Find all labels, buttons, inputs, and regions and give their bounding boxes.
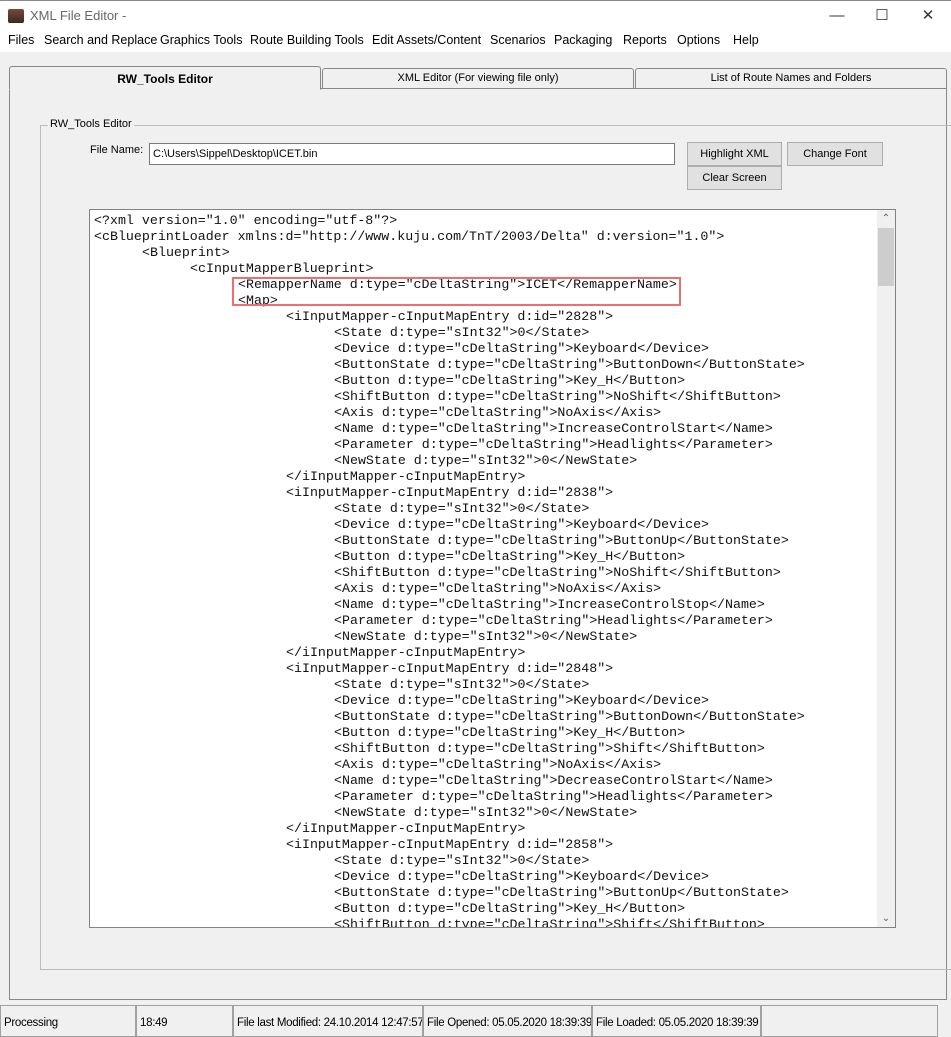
code-line: <NewState d:type="sInt32">0</NewState> (334, 629, 638, 644)
status-time: 18:49 (136, 1005, 233, 1037)
xml-text-area[interactable]: <?xml version="1.0" encoding="utf-8"?> <c… (89, 209, 896, 928)
code-line: <Blueprint> (142, 245, 230, 260)
code-line: <ButtonState d:type="cDeltaString">Butto… (334, 709, 805, 724)
menu-search-and-replace[interactable]: Search and Replace (44, 33, 157, 47)
code-line: <ButtonState d:type="cDeltaString">Butto… (334, 533, 789, 548)
menu-route-building-tools[interactable]: Route Building Tools (250, 33, 364, 47)
code-line: <Name d:type="cDeltaString">DecreaseCont… (334, 773, 773, 788)
scroll-up-icon[interactable]: ⌃ (877, 210, 895, 227)
group-label: RW_Tools Editor (48, 118, 134, 130)
code-line: <ButtonState d:type="cDeltaString">Butto… (334, 885, 789, 900)
window-title: XML File Editor - (30, 8, 127, 23)
code-line: <Name d:type="cDeltaString">IncreaseCont… (334, 597, 765, 612)
code-line: <NewState d:type="sInt32">0</NewState> (334, 453, 638, 468)
status-empty (761, 1005, 938, 1037)
code-line: <Parameter d:type="cDeltaString">Headlig… (334, 613, 773, 628)
menu-edit-assets[interactable]: Edit Assets/Content (372, 33, 481, 47)
file-name-label: File Name: (90, 144, 144, 156)
code-line: <Button d:type="cDeltaString">Key_H</But… (334, 549, 686, 564)
code-line: <Device d:type="cDeltaString">Keyboard</… (334, 869, 710, 884)
tab-route-names[interactable]: List of Route Names and Folders (635, 68, 947, 88)
scroll-down-icon[interactable]: ⌄ (877, 910, 895, 927)
file-name-input[interactable] (149, 143, 675, 165)
tab-rw-tools-editor[interactable]: RW_Tools Editor (9, 66, 321, 90)
code-line: <State d:type="sInt32">0</State> (334, 677, 590, 692)
clear-screen-button[interactable]: Clear Screen (687, 166, 782, 190)
xml-code: <?xml version="1.0" encoding="utf-8"?> <c… (94, 213, 805, 928)
status-processing: Processing (0, 1005, 136, 1037)
code-line: <iInputMapper-cInputMapEntry d:id="2828"… (286, 309, 614, 324)
status-file-loaded: File Loaded: 05.05.2020 18:39:39 (592, 1005, 761, 1037)
minimize-button[interactable]: — (822, 5, 852, 27)
menu-bar: Files Search and Replace Graphics Tools … (0, 30, 951, 52)
menu-graphics-tools[interactable]: Graphics Tools (160, 33, 242, 47)
tab-xml-editor[interactable]: XML Editor (For viewing file only) (322, 68, 634, 88)
code-line: <ShiftButton d:type="cDeltaString">NoShi… (334, 389, 781, 404)
menu-reports[interactable]: Reports (623, 33, 667, 47)
maximize-button[interactable]: ☐ (867, 5, 897, 27)
code-line: <ShiftButton d:type="cDeltaString">Shift… (334, 917, 765, 928)
code-line: <ShiftButton d:type="cDeltaString">Shift… (334, 741, 765, 756)
code-line: <iInputMapper-cInputMapEntry d:id="2838"… (286, 485, 614, 500)
menu-scenarios[interactable]: Scenarios (490, 33, 546, 47)
code-line: <ShiftButton d:type="cDeltaString">NoShi… (334, 565, 781, 580)
code-line: <Button d:type="cDeltaString">Key_H</But… (334, 725, 686, 740)
code-line: <NewState d:type="sInt32">0</NewState> (334, 805, 638, 820)
code-line: <Name d:type="cDeltaString">IncreaseCont… (334, 421, 773, 436)
code-line: <Axis d:type="cDeltaString">NoAxis</Axis… (334, 757, 662, 772)
code-line: <Axis d:type="cDeltaString">NoAxis</Axis… (334, 581, 662, 596)
code-line: <State d:type="sInt32">0</State> (334, 325, 590, 340)
code-line: <Parameter d:type="cDeltaString">Headlig… (334, 437, 773, 452)
code-line: <Button d:type="cDeltaString">Key_H</But… (334, 901, 686, 916)
menu-help[interactable]: Help (733, 33, 759, 47)
code-line: <State d:type="sInt32">0</State> (334, 501, 590, 516)
code-line: <ButtonState d:type="cDeltaString">Butto… (334, 357, 805, 372)
code-line: </iInputMapper-cInputMapEntry> (286, 645, 526, 660)
status-file-opened: File Opened: 05.05.2020 18:39:39 (423, 1005, 592, 1037)
close-button[interactable]: ✕ (913, 5, 943, 27)
code-line: <Button d:type="cDeltaString">Key_H</But… (334, 373, 686, 388)
change-font-button[interactable]: Change Font (787, 142, 883, 166)
code-line: <?xml version="1.0" encoding="utf-8"?> (94, 213, 398, 228)
code-line: <Device d:type="cDeltaString">Keyboard</… (334, 341, 710, 356)
scroll-thumb[interactable] (878, 228, 894, 286)
code-line: </iInputMapper-cInputMapEntry> (286, 821, 526, 836)
app-icon (8, 9, 24, 23)
title-bar: XML File Editor - — ☐ ✕ (0, 0, 951, 30)
menu-options[interactable]: Options (677, 33, 720, 47)
menu-files[interactable]: Files (8, 33, 34, 47)
code-line: <Device d:type="cDeltaString">Keyboard</… (334, 693, 710, 708)
code-line: <cBlueprintLoader xmlns:d="http://www.ku… (94, 229, 725, 244)
highlight-xml-button[interactable]: Highlight XML (687, 142, 782, 166)
code-line: <cInputMapperBlueprint> (190, 261, 374, 276)
code-line: <iInputMapper-cInputMapEntry d:id="2848"… (286, 661, 614, 676)
code-line: <Device d:type="cDeltaString">Keyboard</… (334, 517, 710, 532)
menu-packaging[interactable]: Packaging (554, 33, 612, 47)
code-line: <iInputMapper-cInputMapEntry d:id="2858"… (286, 837, 614, 852)
highlight-box (232, 277, 681, 306)
code-line: <Axis d:type="cDeltaString">NoAxis</Axis… (334, 405, 662, 420)
code-line: <State d:type="sInt32">0</State> (334, 853, 590, 868)
code-line: </iInputMapper-cInputMapEntry> (286, 469, 526, 484)
status-file-modified: File last Modified: 24.10.2014 12:47:57 (233, 1005, 423, 1037)
vertical-scrollbar[interactable]: ⌃ ⌄ (877, 210, 895, 927)
code-line: <Parameter d:type="cDeltaString">Headlig… (334, 789, 773, 804)
